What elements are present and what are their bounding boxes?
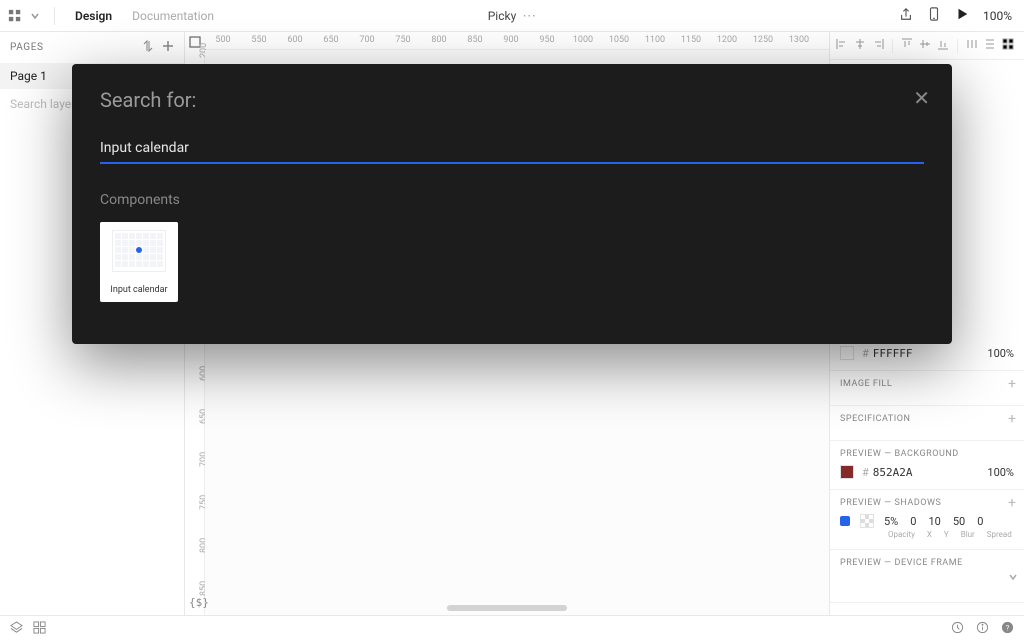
close-icon[interactable]: ✕ (913, 86, 930, 110)
search-input[interactable] (100, 134, 924, 164)
result-thumbnail (100, 222, 178, 280)
search-result-card[interactable]: Input calendar (100, 222, 178, 302)
results-section-label: Components (100, 192, 924, 208)
search-modal: ✕ Search for: Components Input calendar (72, 64, 952, 344)
modal-backdrop[interactable]: ✕ Search for: Components Input calendar (0, 0, 1024, 640)
result-label: Input calendar (110, 280, 167, 302)
modal-title: Search for: (100, 88, 924, 112)
